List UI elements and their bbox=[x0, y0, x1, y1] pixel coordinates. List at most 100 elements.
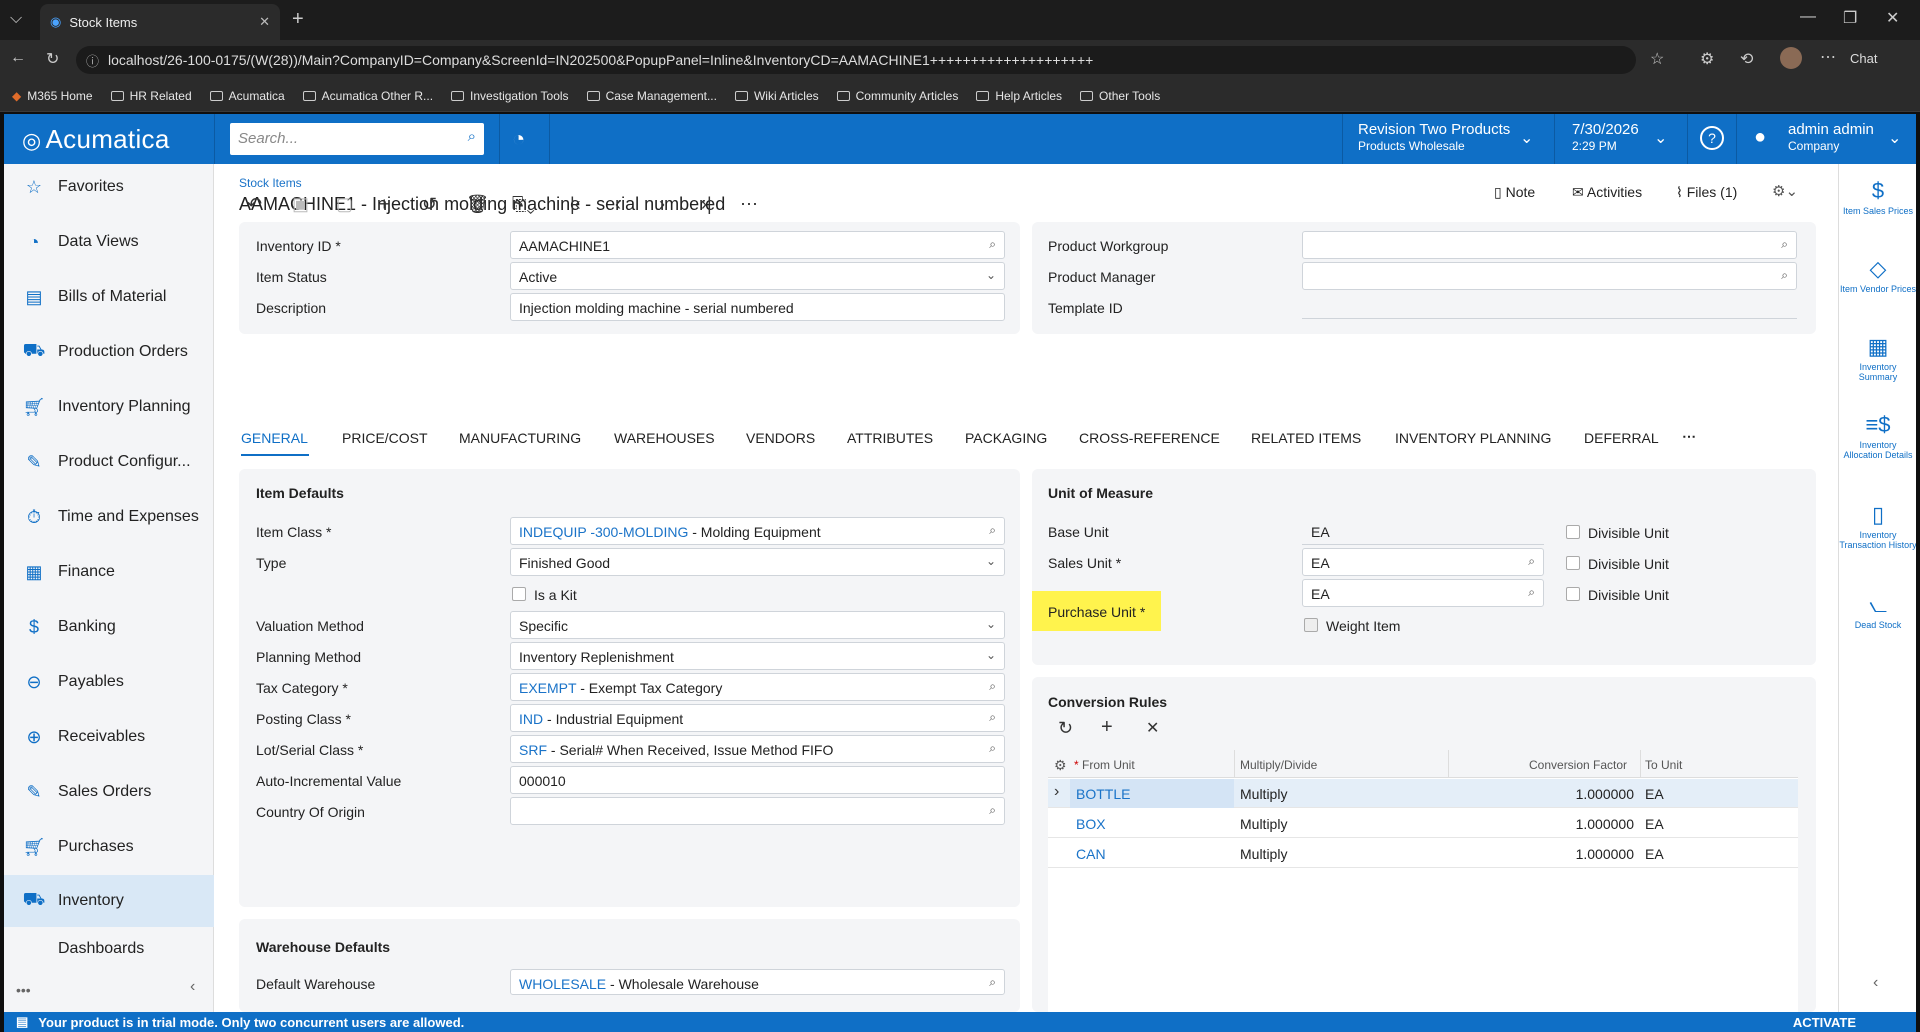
bookmark-item[interactable]: Case Management... bbox=[586, 89, 717, 103]
collapse-sidebar-icon[interactable]: ‹ bbox=[190, 978, 195, 996]
multiply-divide-cell[interactable]: Multiply bbox=[1240, 786, 1287, 802]
bookmark-item[interactable]: Acumatica bbox=[209, 89, 285, 103]
add-row-icon[interactable]: + bbox=[1101, 716, 1113, 739]
column-conversion-factor[interactable]: Conversion Factor bbox=[1529, 758, 1627, 772]
info-icon[interactable]: ⓘ bbox=[86, 51, 99, 70]
search-input[interactable]: Search... ⌕ bbox=[230, 123, 484, 155]
sidebar-item-time-and-expenses[interactable]: ⏱︎ Time and Expenses bbox=[4, 494, 214, 540]
add-new-icon[interactable]: + bbox=[379, 194, 390, 215]
search-icon[interactable]: ⌕ bbox=[1781, 237, 1788, 252]
inventory-allocation-details-link[interactable]: ≡$ Inventory Allocation Details bbox=[1839, 412, 1916, 460]
sidebar-item-inventory[interactable]: ⛟ Inventory bbox=[4, 875, 214, 927]
bookmark-item[interactable]: Investigation Tools bbox=[451, 89, 569, 103]
bookmark-item[interactable]: Other Tools bbox=[1080, 89, 1160, 103]
search-icon[interactable]: ⌕ bbox=[1528, 554, 1535, 569]
sales-divisible-checkbox[interactable] bbox=[1566, 556, 1580, 570]
search-icon[interactable]: ⌕ bbox=[989, 710, 996, 725]
country-of-origin-field[interactable]: ⌕ bbox=[510, 797, 1005, 825]
more-icon[interactable]: ⋯ bbox=[1820, 47, 1836, 67]
dead-stock-link[interactable]: ⦦ Dead Stock bbox=[1839, 592, 1916, 630]
item-vendor-prices-link[interactable]: ◇ Item Vendor Prices bbox=[1839, 256, 1916, 294]
tab-warehouses[interactable]: WAREHOUSES bbox=[614, 430, 715, 446]
column-to-unit[interactable]: To Unit bbox=[1645, 758, 1682, 772]
profile-avatar[interactable] bbox=[1780, 47, 1802, 69]
base-unit-field[interactable]: EA bbox=[1302, 517, 1544, 545]
lot-serial-class-field[interactable]: SRF - Serial# When Received, Issue Metho… bbox=[510, 735, 1005, 763]
chevron-down-icon[interactable]: ⌄ bbox=[1520, 128, 1533, 148]
sidebar-item-receivables[interactable]: ⊕ Receivables bbox=[4, 714, 214, 760]
tab-manufacturing[interactable]: MANUFACTURING bbox=[459, 430, 581, 446]
auto-incremental-field[interactable]: 000010 bbox=[510, 766, 1005, 794]
chevron-down-icon[interactable]: ⌄ bbox=[1654, 128, 1667, 148]
planning-method-select[interactable]: Inventory Replenishment ⌄ bbox=[510, 642, 1005, 670]
search-icon[interactable]: ⌕ bbox=[1781, 268, 1788, 283]
table-row[interactable]: › BOTTLE Multiply 1.000000 EA bbox=[1048, 779, 1798, 808]
row-selector-icon[interactable]: › bbox=[1054, 783, 1059, 801]
activities-button[interactable]: ✉ Activities bbox=[1572, 184, 1642, 201]
from-unit-cell[interactable]: BOX bbox=[1076, 816, 1106, 832]
url-field[interactable]: ⓘ localhost/26-100-0175/(W(28))/Main?Com… bbox=[76, 46, 1636, 74]
acumatica-logo[interactable]: ◎ Acumatica bbox=[22, 124, 170, 155]
tab-packaging[interactable]: PACKAGING bbox=[965, 430, 1047, 446]
new-tab-icon[interactable]: + bbox=[292, 8, 304, 31]
base-divisible-checkbox[interactable] bbox=[1566, 525, 1580, 539]
conversion-factor-cell[interactable]: 1.000000 bbox=[1554, 786, 1634, 802]
item-sales-prices-link[interactable]: $ Item Sales Prices bbox=[1839, 178, 1916, 216]
close-window-icon[interactable]: ✕ bbox=[1886, 8, 1899, 28]
default-warehouse-field[interactable]: WHOLESALE - Wholesale Warehouse ⌕ bbox=[510, 969, 1005, 995]
tab-list-icon[interactable]: ⌵ bbox=[10, 10, 22, 28]
conversion-factor-cell[interactable]: 1.000000 bbox=[1554, 846, 1634, 862]
undo-back-icon[interactable]: ↶ bbox=[247, 194, 262, 215]
bookmark-item[interactable]: Help Articles bbox=[976, 89, 1062, 103]
business-date[interactable]: 7/30/2026 2:29 PM bbox=[1572, 122, 1639, 154]
bookmark-item[interactable]: Acumatica Other R... bbox=[302, 89, 433, 103]
search-icon[interactable]: ⌕ bbox=[989, 679, 996, 694]
user-menu[interactable]: admin admin Company bbox=[1788, 122, 1874, 154]
help-icon[interactable]: ? bbox=[1700, 126, 1724, 150]
history-icon[interactable]: ⟲ bbox=[1740, 49, 1753, 69]
tab-related-items[interactable]: RELATED ITEMS bbox=[1251, 430, 1361, 446]
is-kit-checkbox[interactable] bbox=[512, 587, 526, 601]
previous-record-icon[interactable]: ‹ bbox=[615, 194, 621, 215]
search-icon[interactable]: ⌕ bbox=[989, 523, 996, 538]
table-row[interactable]: BOX Multiply 1.000000 EA bbox=[1048, 809, 1798, 838]
sidebar-item-banking[interactable]: $ Banking bbox=[4, 604, 214, 650]
minimize-icon[interactable]: — bbox=[1800, 8, 1816, 26]
branch-selector[interactable]: Revision Two Products Products Wholesale bbox=[1358, 122, 1510, 154]
close-tab-icon[interactable]: ✕ bbox=[259, 14, 270, 30]
tab-price-cost[interactable]: PRICE/COST bbox=[342, 430, 428, 446]
inventory-transaction-history-link[interactable]: ▯ Inventory Transaction History bbox=[1839, 502, 1916, 550]
more-modules-icon[interactable]: ••• bbox=[16, 982, 31, 998]
grid-settings-icon[interactable]: ⚙ bbox=[1054, 757, 1067, 774]
search-icon[interactable]: ⌕ bbox=[1528, 585, 1535, 600]
first-record-icon[interactable]: |‹ bbox=[570, 194, 581, 215]
bookmark-item[interactable]: ◆ M365 Home bbox=[12, 89, 93, 103]
extensions-icon[interactable]: ⚙ bbox=[1700, 49, 1714, 69]
inventory-id-field[interactable]: AAMACHINE1 ⌕ bbox=[510, 231, 1005, 259]
collapse-panel-icon[interactable]: ‹ bbox=[1873, 974, 1878, 992]
tab-inventory-planning[interactable]: INVENTORY PLANNING bbox=[1395, 430, 1551, 446]
valuation-method-select[interactable]: Specific ⌄ bbox=[510, 611, 1005, 639]
tab-vendors[interactable]: VENDORS bbox=[746, 430, 815, 446]
copy-paste-icon[interactable]: ⎘⌄ bbox=[512, 194, 535, 215]
column-from-unit[interactable]: * From Unit bbox=[1074, 758, 1135, 772]
delete-icon[interactable]: 🗑︎ bbox=[466, 194, 489, 215]
sidebar-item-favorites[interactable]: ☆ Favorites bbox=[4, 164, 214, 210]
sidebar-item-data-views[interactable]: ◔ Data Views bbox=[4, 219, 214, 265]
tab-cross-reference[interactable]: CROSS-REFERENCE bbox=[1079, 430, 1220, 446]
sidebar-item-production-orders[interactable]: ⛟ Production Orders bbox=[4, 329, 214, 375]
type-select[interactable]: Finished Good ⌄ bbox=[510, 548, 1005, 576]
tax-category-field[interactable]: EXEMPT - Exempt Tax Category ⌕ bbox=[510, 673, 1005, 701]
recent-history-icon[interactable]: ◔ bbox=[512, 126, 525, 152]
next-record-icon[interactable]: › bbox=[659, 194, 665, 215]
sidebar-item-payables[interactable]: ⊖ Payables bbox=[4, 659, 214, 705]
sidebar-item-finance[interactable]: ▦ Finance bbox=[4, 549, 214, 595]
note-button[interactable]: ▯ Note bbox=[1494, 184, 1535, 201]
search-icon[interactable]: ⌕ bbox=[989, 237, 996, 252]
multiply-divide-cell[interactable]: Multiply bbox=[1240, 816, 1287, 832]
sidebar-item-sales-orders[interactable]: ✎ Sales Orders bbox=[4, 769, 214, 815]
tab-general[interactable]: GENERAL bbox=[241, 430, 308, 446]
bookmark-item[interactable]: Community Articles bbox=[836, 89, 958, 103]
tab-deferral[interactable]: DEFERRAL bbox=[1584, 430, 1659, 446]
from-unit-cell[interactable]: BOTTLE bbox=[1076, 786, 1130, 802]
